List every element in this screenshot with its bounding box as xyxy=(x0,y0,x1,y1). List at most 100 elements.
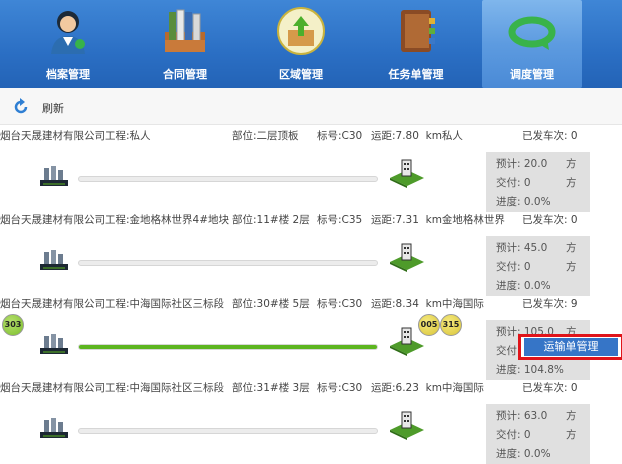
project-name: 工程:中海国际社区三标段 xyxy=(105,382,225,394)
task-part: 部位:11#楼 2层 xyxy=(232,214,310,226)
progress-fill xyxy=(79,345,377,349)
task-company: 烟台天晟建材有限公司工程:私人 xyxy=(0,128,151,143)
menu-item-transport-orders[interactable]: 运输单管理 xyxy=(524,338,618,356)
task-part: 部位:二层顶板 xyxy=(232,130,299,142)
task-company: 烟台天晟建材有限公司工程:金地格林世界4#地块 xyxy=(0,212,229,227)
task-grade: 标号:C30 xyxy=(317,298,363,310)
delivered-value: 交付: 0 xyxy=(496,261,531,273)
delivered-value: 交付: 0 xyxy=(496,429,531,441)
distance-value: 运距:6.23 xyxy=(371,382,419,394)
stat-progress: 进度: 0.0% xyxy=(496,196,551,208)
upload-box-icon xyxy=(277,7,325,55)
task-company: 烟台天晟建材有限公司工程:中海国际社区三标段 xyxy=(0,296,224,311)
task-item[interactable]: 烟台天晟建材有限公司工程:金地格林世界4#地块 部位:11#楼 2层 标号:C3… xyxy=(0,208,590,296)
distance-value: 运距:7.80 xyxy=(371,130,419,142)
task-distance: 运距:7.80 km私人 xyxy=(371,128,463,143)
progress-track xyxy=(78,260,378,266)
task-part: 部位:30#楼 5层 xyxy=(232,298,310,310)
progress-track xyxy=(78,176,378,182)
stat-delivered: 交付: 0 方 xyxy=(496,259,577,274)
stat-progress: 进度: 104.8% xyxy=(496,364,564,376)
tab-region[interactable]: 区域管理 xyxy=(251,0,351,88)
tab-archive[interactable]: 档案管理 xyxy=(18,0,118,88)
task-stats: 预计: 20.0 方 交付: 0 方 进度: 0.0% xyxy=(486,152,590,212)
trips-sent: 已发车次: 9 xyxy=(522,298,578,310)
stat-planned: 预计: 45.0 方 xyxy=(496,240,577,255)
task-distance: 运距:7.31 km金地格林世界 xyxy=(371,212,505,227)
tab-label: 任务单管理 xyxy=(388,68,444,81)
company-name: 烟台天晟建材有限公司 xyxy=(0,130,105,142)
task-stats: 预计: 63.0 方 交付: 0 方 进度: 0.0% xyxy=(486,404,590,464)
progress-track xyxy=(78,344,378,350)
delivered-unit: 方 xyxy=(566,261,577,273)
concrete-plant-icon xyxy=(40,418,68,438)
binders-icon xyxy=(165,9,205,52)
project-name: 工程:私人 xyxy=(105,130,151,142)
rotate-arrow-icon xyxy=(508,16,556,50)
distance-unit: km中海国际 xyxy=(425,298,484,310)
progress-track xyxy=(78,428,378,434)
task-item[interactable]: 烟台天晟建材有限公司工程:私人 部位:二层顶板 标号:C30 运距:7.80 k… xyxy=(0,124,590,212)
concrete-plant-icon xyxy=(40,334,68,354)
task-grade: 标号:C30 xyxy=(317,382,363,394)
trips-sent: 已发车次: 0 xyxy=(522,382,578,394)
top-nav: 档案管理 合同管理 区域管理 任务单管理 调度管理 xyxy=(0,0,622,88)
construction-site-icon xyxy=(390,159,424,188)
task-stats: 预计: 45.0 方 交付: 0 方 进度: 0.0% xyxy=(486,236,590,296)
tab-task-order[interactable]: 任务单管理 xyxy=(366,0,466,88)
truck-badge[interactable]: 315 xyxy=(440,314,462,336)
stat-progress: 进度: 0.0% xyxy=(496,280,551,292)
task-part: 部位:31#楼 3层 xyxy=(232,382,310,394)
truck-badge[interactable]: 005 xyxy=(418,314,440,336)
stat-progress: 进度: 0.0% xyxy=(496,448,551,460)
tab-dispatch[interactable]: 调度管理 xyxy=(482,0,582,88)
notebook-icon xyxy=(401,10,435,52)
task-distance: 运距:8.34 km中海国际 xyxy=(371,296,484,311)
trips-sent: 已发车次: 0 xyxy=(522,214,578,226)
concrete-plant-icon xyxy=(40,250,68,270)
company-name: 烟台天晟建材有限公司 xyxy=(0,382,105,394)
distance-value: 运距:8.34 xyxy=(371,298,419,310)
company-name: 烟台天晟建材有限公司 xyxy=(0,298,105,310)
delivered-value: 交付 xyxy=(496,345,517,357)
planned-value: 预计: 45.0 xyxy=(496,242,548,254)
tab-label: 调度管理 xyxy=(510,68,554,81)
concrete-plant-icon xyxy=(40,166,68,186)
stat-delivered: 交付: 0 方 xyxy=(496,427,577,442)
task-item[interactable]: 烟台天晟建材有限公司工程:中海国际社区三标段 部位:30#楼 5层 标号:C30… xyxy=(0,292,590,380)
task-distance: 运距:6.23 km中海国际 xyxy=(371,380,484,395)
task-grade: 标号:C30 xyxy=(317,130,363,142)
task-list: 烟台天晟建材有限公司工程:私人 部位:二层顶板 标号:C30 运距:7.80 k… xyxy=(0,124,590,464)
task-grade: 标号:C35 xyxy=(317,214,363,226)
company-name: 烟台天晟建材有限公司 xyxy=(0,214,105,226)
context-menu: 运输单管理 xyxy=(518,334,622,360)
project-name: 工程:金地格林世界4#地块 xyxy=(105,214,230,226)
distance-value: 运距:7.31 xyxy=(371,214,419,226)
stat-planned: 预计: 20.0 方 xyxy=(496,156,577,171)
task-item[interactable]: 烟台天晟建材有限公司工程:中海国际社区三标段 部位:31#楼 3层 标号:C30… xyxy=(0,376,590,464)
user-profile-icon xyxy=(51,11,85,54)
project-name: 工程:中海国际社区三标段 xyxy=(105,298,225,310)
planned-value: 预计: 20.0 xyxy=(496,158,548,170)
tab-label: 合同管理 xyxy=(163,68,207,81)
tab-contract[interactable]: 合同管理 xyxy=(135,0,235,88)
delivered-unit: 方 xyxy=(566,429,577,441)
planned-unit: 方 xyxy=(566,158,577,170)
stat-delivered: 交付 xyxy=(496,343,517,358)
task-company: 烟台天晟建材有限公司工程:中海国际社区三标段 xyxy=(0,380,224,395)
stat-planned: 预计: 63.0 方 xyxy=(496,408,577,423)
construction-site-icon xyxy=(390,411,424,440)
truck-badge[interactable]: 303 xyxy=(2,314,24,336)
delivered-unit: 方 xyxy=(566,177,577,189)
toolbar: 刷新 xyxy=(0,88,622,125)
refresh-icon[interactable] xyxy=(12,98,30,116)
trips-sent: 已发车次: 0 xyxy=(522,130,578,142)
planned-value: 预计: 63.0 xyxy=(496,410,548,422)
distance-unit: km中海国际 xyxy=(425,382,484,394)
planned-unit: 方 xyxy=(566,242,577,254)
distance-unit: km金地格林世界 xyxy=(425,214,505,226)
tab-label: 档案管理 xyxy=(46,68,90,81)
construction-site-icon xyxy=(390,243,424,272)
distance-unit: km私人 xyxy=(425,130,463,142)
refresh-button[interactable]: 刷新 xyxy=(42,100,64,116)
